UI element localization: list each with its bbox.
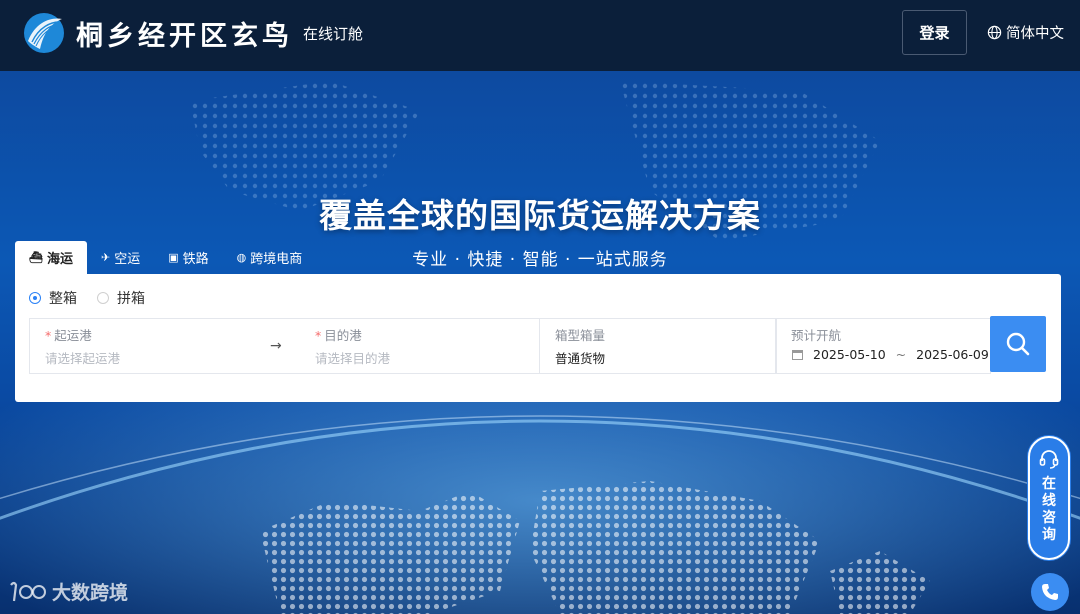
radio-lcl[interactable]: 拼箱 [97,288,145,308]
login-button[interactable]: 登录 [902,10,967,55]
plane-icon: ✈ [100,251,111,264]
search-panel: 整箱 拼箱 * 起运港 请选择起运港 → * 目的港 请选择目的港 箱型箱量 普通货… [15,274,1061,402]
tab-air[interactable]: ✈ 空运 [87,241,154,274]
container-type-selector[interactable]: 箱型箱量 普通货物 [539,318,777,374]
consult-label: 在线咨询 [1042,476,1056,543]
transport-tabs: ⛴ 海运 ✈ 空运 ▣ 铁路 ◍ 跨境电商 [15,241,316,274]
destination-label: * 目的港 [315,328,362,343]
language-label: 简体中文 [1006,26,1064,42]
watermark-mark-icon [10,581,46,601]
headset-icon [1039,450,1059,469]
tab-label: 海运 [46,252,73,267]
origin-port-input[interactable]: 请选择起运港 [45,348,120,367]
tab-label: 空运 [114,252,141,267]
port-selector: * 起运港 请选择起运港 → * 目的港 请选择目的港 [29,318,540,374]
start-date[interactable]: 2025-05-10 [813,347,886,362]
tab-sea[interactable]: ⛴ 海运 [15,241,87,274]
brand-name: 桐乡经开区玄鸟 [76,21,293,52]
phone-icon [1042,584,1058,600]
calendar-icon [792,349,803,360]
sailing-label: 预计开航 [791,328,842,343]
end-date[interactable]: 2025-06-09 [916,347,989,362]
radio-label: 拼箱 [117,291,145,307]
search-button[interactable] [990,316,1046,372]
top-navbar: 桐乡经开区玄鸟 在线订舱 登录 简体中文 [0,0,1080,71]
globe-coin-icon: ◍ [236,251,247,264]
hero-title: 覆盖全球的国际货运解决方案 [319,196,761,235]
radio-label: 整箱 [49,291,77,307]
tab-label: 跨境电商 [250,252,303,267]
tab-ecommerce[interactable]: ◍ 跨境电商 [223,241,317,274]
radio-dot [97,292,109,304]
bird-logo-icon [24,13,64,53]
tab-rail[interactable]: ▣ 铁路 [154,241,222,274]
watermark-logo: 大数跨境 [8,578,128,605]
date-range-values: 2025-05-10 ~ 2025-06-09 [792,347,989,362]
origin-label: * 起运港 [45,328,92,343]
train-icon: ▣ [168,251,179,264]
brand-subtitle: 在线订舱 [303,25,364,43]
globe-icon [987,25,1002,40]
ship-icon: ⛴ [29,251,43,264]
sailing-date-range[interactable]: 预计开航 2025-05-10 ~ 2025-06-09 [775,318,991,374]
phone-button[interactable] [1031,573,1069,611]
cargo-value: 普通货物 [555,351,606,366]
radio-dot [29,292,41,304]
radio-fcl[interactable]: 整箱 [29,288,77,308]
watermark-text: 大数跨境 [52,582,129,604]
language-switcher[interactable]: 简体中文 [987,22,1064,43]
search-icon [1006,332,1030,356]
shipment-mode-group: 整箱 拼箱 [29,288,145,308]
online-consult-button[interactable]: 在线咨询 [1028,436,1070,560]
tab-label: 铁路 [182,252,209,267]
cargo-label: 箱型箱量 [555,328,606,343]
arrow-right-icon: → [270,338,282,354]
date-separator: ~ [895,347,907,362]
destination-port-input[interactable]: 请选择目的港 [315,348,390,367]
